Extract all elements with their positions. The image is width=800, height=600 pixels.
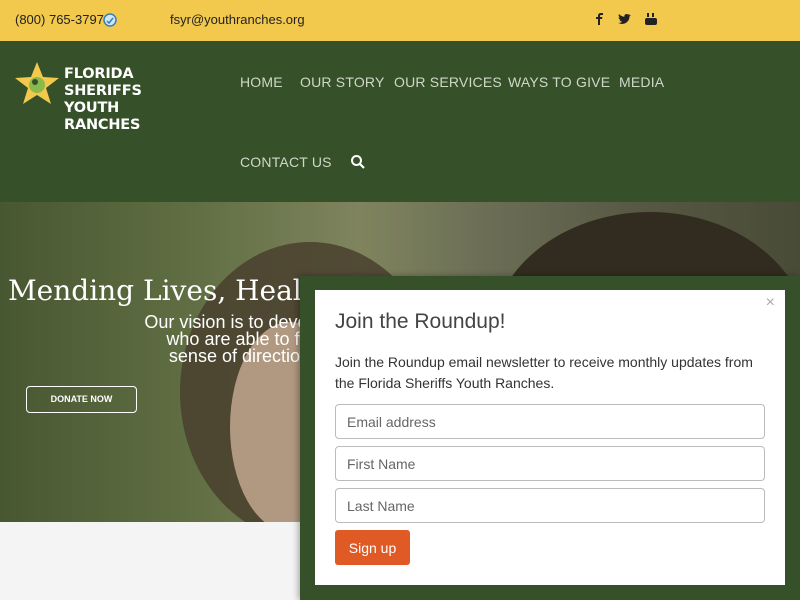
facebook-icon[interactable] xyxy=(593,12,607,26)
hero-title: Mending Lives, Healing xyxy=(8,274,347,307)
twitter-icon[interactable] xyxy=(617,12,631,26)
logo-line-2: YOUTH RANCHES xyxy=(64,100,141,133)
youtube-icon[interactable] xyxy=(644,12,658,26)
site-header: FLORIDA SHERIFFS YOUTH RANCHES HOME OUR … xyxy=(0,41,800,202)
logo-line-1: FLORIDA SHERIFFS xyxy=(64,66,142,99)
phone-number[interactable]: (800) 765-3797 xyxy=(15,12,104,27)
logo-text: FLORIDA SHERIFFS YOUTH RANCHES xyxy=(64,66,189,134)
first-name-field[interactable] xyxy=(335,446,765,481)
nav-our-services[interactable]: OUR SERVICES xyxy=(394,74,502,90)
last-name-field[interactable] xyxy=(335,488,765,523)
nav-ways-to-give[interactable]: WAYS TO GIVE xyxy=(508,74,610,90)
newsletter-popup: × Join the Roundup! Join the Roundup ema… xyxy=(315,290,785,585)
nav-our-story[interactable]: OUR STORY xyxy=(300,74,385,90)
search-icon[interactable] xyxy=(350,154,366,170)
donate-now-button[interactable]: DONATE NOW xyxy=(26,386,137,413)
email-link[interactable]: fsyr@youthranches.org xyxy=(170,12,305,27)
logo[interactable]: FLORIDA SHERIFFS YOUTH RANCHES xyxy=(14,61,189,133)
email-field[interactable] xyxy=(335,404,765,439)
popup-title: Join the Roundup! xyxy=(335,310,506,333)
popup-description: Join the Roundup email newsletter to rec… xyxy=(335,354,753,391)
nav-home[interactable]: HOME xyxy=(240,74,283,90)
nav-contact-us[interactable]: CONTACT US xyxy=(240,154,332,170)
phone-link-icon[interactable] xyxy=(102,12,118,28)
close-icon[interactable]: × xyxy=(766,294,775,312)
sign-up-button[interactable]: Sign up xyxy=(335,530,410,565)
top-bar: (800) 765-3797 fsyr@youthranches.org xyxy=(0,0,800,41)
nav-media[interactable]: MEDIA xyxy=(619,74,664,90)
sheriff-star-icon xyxy=(15,62,59,104)
